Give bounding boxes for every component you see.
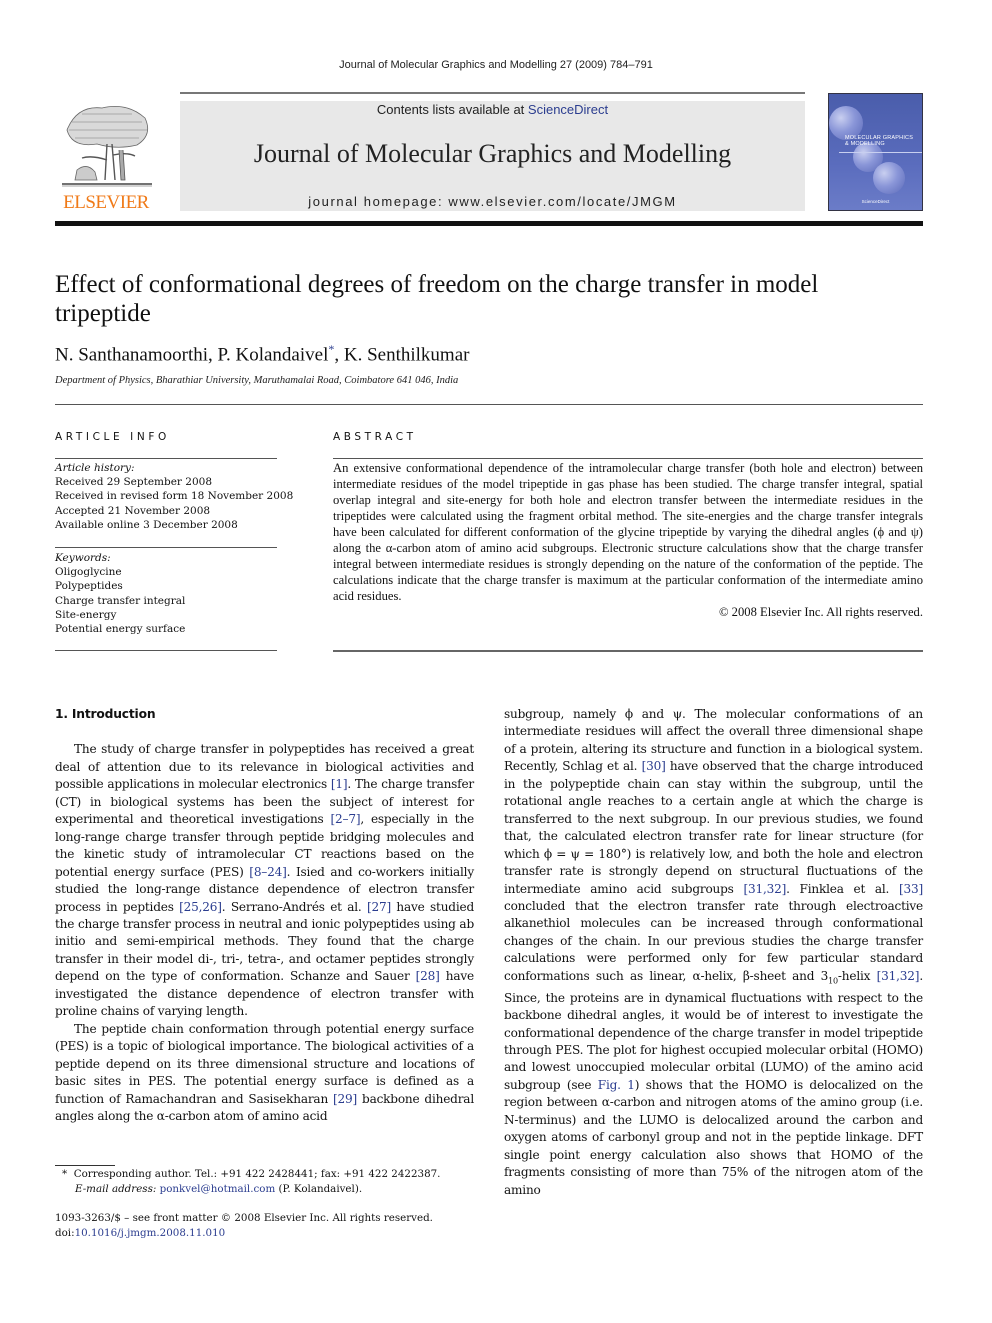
keyword: Site-energy	[55, 608, 117, 621]
header-rule	[180, 92, 805, 94]
text-run: -helix	[837, 968, 877, 983]
article-history: Article history: Received 29 September 2…	[55, 461, 293, 532]
elsevier-logo[interactable]: ELSEVIER	[55, 100, 157, 213]
article-info-heading: ARTICLE INFO	[55, 431, 170, 443]
doi-link[interactable]: 10.1016/j.jmgm.2008.11.010	[75, 1227, 226, 1239]
affiliation: Department of Physics, Bharathiar Univer…	[55, 375, 459, 386]
running-head: Journal of Molecular Graphics and Modell…	[339, 59, 653, 71]
citation-link[interactable]: [8–24]	[249, 865, 287, 879]
abstract-copyright: © 2008 Elsevier Inc. All rights reserved…	[718, 605, 923, 619]
article-title: Effect of conformational degrees of free…	[55, 271, 819, 327]
corresponding-author-note: Corresponding author. Tel.: +91 422 2428…	[73, 1168, 441, 1180]
article-info-rule	[55, 458, 277, 459]
author-separator: ,	[208, 344, 218, 366]
abstract-bottom-rule	[333, 650, 923, 652]
text-run: ) shows that the HOMO is delocalized on …	[504, 1077, 924, 1197]
citation-link[interactable]: [31,32]	[877, 969, 920, 983]
text-run: . Serrano-Andrés et al.	[221, 899, 367, 914]
body-left-column: 1. Introduction The study of charge tran…	[55, 706, 474, 1125]
text-run: . Since, the proteins are in dynamical f…	[504, 968, 923, 1092]
cover-footer: ScienceDirect	[861, 199, 890, 204]
text-run: have observed that the charge introduced…	[504, 759, 923, 896]
cover-title: MOLECULAR GRAPHICS & MODELLING	[845, 135, 913, 147]
citation-link[interactable]: [29]	[333, 1092, 357, 1106]
journal-cover[interactable]: MOLECULAR GRAPHICS & MODELLING ScienceDi…	[828, 93, 923, 211]
cover-sphere	[873, 162, 905, 194]
keyword: Oligoglycine	[55, 566, 122, 579]
citation-link[interactable]: [31,32]	[743, 882, 786, 896]
header-thick-rule	[55, 221, 923, 226]
affiliation-rule	[55, 404, 923, 405]
citation-link[interactable]: [25,26]	[179, 900, 222, 914]
footnote: * Corresponding author. Tel.: +91 422 24…	[62, 1167, 440, 1197]
keyword: Polypeptides	[55, 580, 123, 593]
citation-link[interactable]: Fig. 1	[598, 1078, 635, 1092]
history-item: Available online 3 December 2008	[55, 518, 238, 531]
history-item: Received 29 September 2008	[55, 476, 213, 489]
email-suffix: (P. Kolandaivel).	[275, 1183, 363, 1195]
history-item: Accepted 21 November 2008	[55, 504, 211, 517]
abstract-heading: ABSTRACT	[333, 431, 417, 443]
email-label: E-mail address:	[75, 1183, 160, 1195]
abstract-rule	[333, 458, 923, 459]
author-name[interactable]: N. Santhanamoorthi	[55, 344, 208, 365]
abstract-text: An extensive conformational dependence o…	[333, 461, 923, 603]
author-name[interactable]: P. Kolandaivel	[218, 344, 329, 365]
keywords: Keywords: Oligoglycine Polypeptides Char…	[55, 551, 185, 636]
keywords-rule	[55, 547, 277, 548]
footnote-rule	[55, 1165, 115, 1166]
citation-link[interactable]: [2–7]	[331, 812, 361, 826]
citation-link[interactable]: [1]	[331, 777, 348, 791]
citation-link[interactable]: [33]	[899, 882, 923, 896]
article-info-bottom-rule	[55, 650, 277, 651]
sciencedirect-link[interactable]: ScienceDirect	[528, 102, 608, 117]
citation-link[interactable]: [27]	[367, 900, 391, 914]
footnote-mark: *	[62, 1168, 68, 1180]
tree-icon	[62, 105, 152, 187]
elsevier-wordmark: ELSEVIER	[63, 192, 149, 213]
issn-line: 1093-3263/$ – see front matter © 2008 El…	[55, 1212, 433, 1224]
journal-title: Journal of Molecular Graphics and Modell…	[253, 139, 732, 168]
abstract: An extensive conformational dependence o…	[333, 460, 923, 620]
paragraph: The peptide chain conformation through p…	[55, 1021, 474, 1126]
body-right-column: subgroup, namely ϕ and ψ. The molecular …	[504, 706, 923, 1199]
subscript: 10	[828, 976, 838, 986]
journal-homepage[interactable]: journal homepage: www.elsevier.com/locat…	[180, 194, 805, 209]
citation-link[interactable]: [28]	[416, 969, 440, 983]
author-name[interactable]: K. Senthilkumar	[344, 344, 470, 365]
keyword: Charge transfer integral	[55, 594, 186, 607]
citation-link[interactable]: [30]	[642, 759, 666, 773]
email-link[interactable]: ponkvel@hotmail.com	[160, 1183, 276, 1195]
contents-prefix: Contents lists available at	[376, 102, 528, 117]
text-run: . Finklea et al.	[786, 881, 899, 896]
author-list: N. Santhanamoorthi, P. Kolandaivel*, K. …	[55, 342, 469, 366]
paragraph: The study of charge transfer in polypept…	[55, 741, 474, 1020]
keywords-label: Keywords:	[55, 552, 111, 564]
section-heading: 1. Introduction	[55, 707, 156, 721]
front-matter: 1093-3263/$ – see front matter © 2008 El…	[55, 1211, 433, 1241]
keyword: Potential energy surface	[55, 623, 186, 636]
cover-title-line: & MODELLING	[845, 141, 885, 147]
paragraph: subgroup, namely ϕ and ψ. The molecular …	[504, 706, 923, 1199]
doi-prefix: doi:	[55, 1227, 75, 1239]
author-separator: ,	[334, 344, 344, 366]
contents-line: Contents lists available at ScienceDirec…	[180, 102, 805, 117]
journal-banner: Contents lists available at ScienceDirec…	[180, 101, 805, 211]
history-label: Article history:	[55, 462, 135, 474]
cover-rule	[839, 152, 922, 153]
history-item: Received in revised form 18 November 200…	[55, 490, 294, 503]
